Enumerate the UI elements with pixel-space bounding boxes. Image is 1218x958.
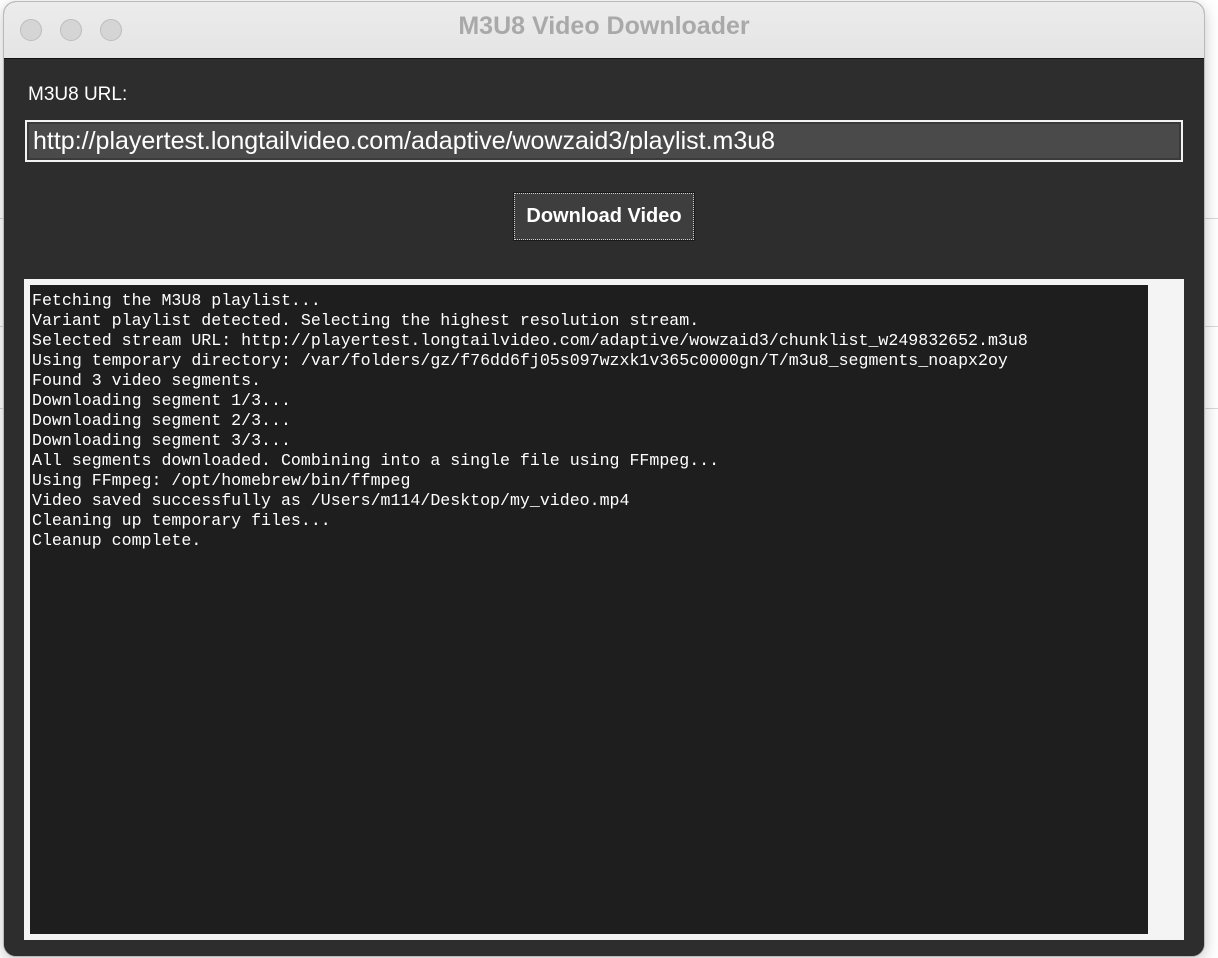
log-line: Variant playlist detected. Selecting the… (32, 311, 700, 330)
log-line: Cleanup complete. (32, 531, 202, 550)
log-line: Found 3 video segments. (32, 371, 262, 390)
download-video-button[interactable]: Download Video (513, 192, 695, 241)
log-line: Downloading segment 3/3... (32, 431, 291, 450)
log-line: Using FFmpeg: /opt/homebrew/bin/ffmpeg (32, 471, 411, 490)
log-line: Using temporary directory: /var/folders/… (32, 351, 1008, 370)
log-output[interactable]: Fetching the M3U8 playlist... Variant pla… (30, 285, 1148, 934)
log-line: Video saved successfully as /Users/m114/… (32, 491, 630, 510)
log-frame: Fetching the M3U8 playlist... Variant pla… (24, 279, 1184, 940)
log-line: All segments downloaded. Combining into … (32, 451, 720, 470)
log-line: Cleaning up temporary files... (32, 511, 331, 530)
window-title: M3U8 Video Downloader (458, 12, 750, 40)
log-line: Selected stream URL: http://playertest.l… (32, 331, 1028, 350)
log-line: Downloading segment 1/3... (32, 391, 291, 410)
url-input[interactable] (25, 120, 1183, 162)
log-line: Downloading segment 2/3... (32, 411, 291, 430)
log-line: Fetching the M3U8 playlist... (32, 291, 321, 310)
main-content: M3U8 URL: Download Video Fetching the M3… (4, 59, 1204, 956)
title-bar: M3U8 Video Downloader (4, 2, 1204, 59)
log-scrollbar[interactable] (1154, 279, 1184, 940)
url-label: M3U8 URL: (28, 84, 128, 105)
app-window: M3U8 Video Downloader M3U8 URL: Download… (4, 2, 1204, 956)
